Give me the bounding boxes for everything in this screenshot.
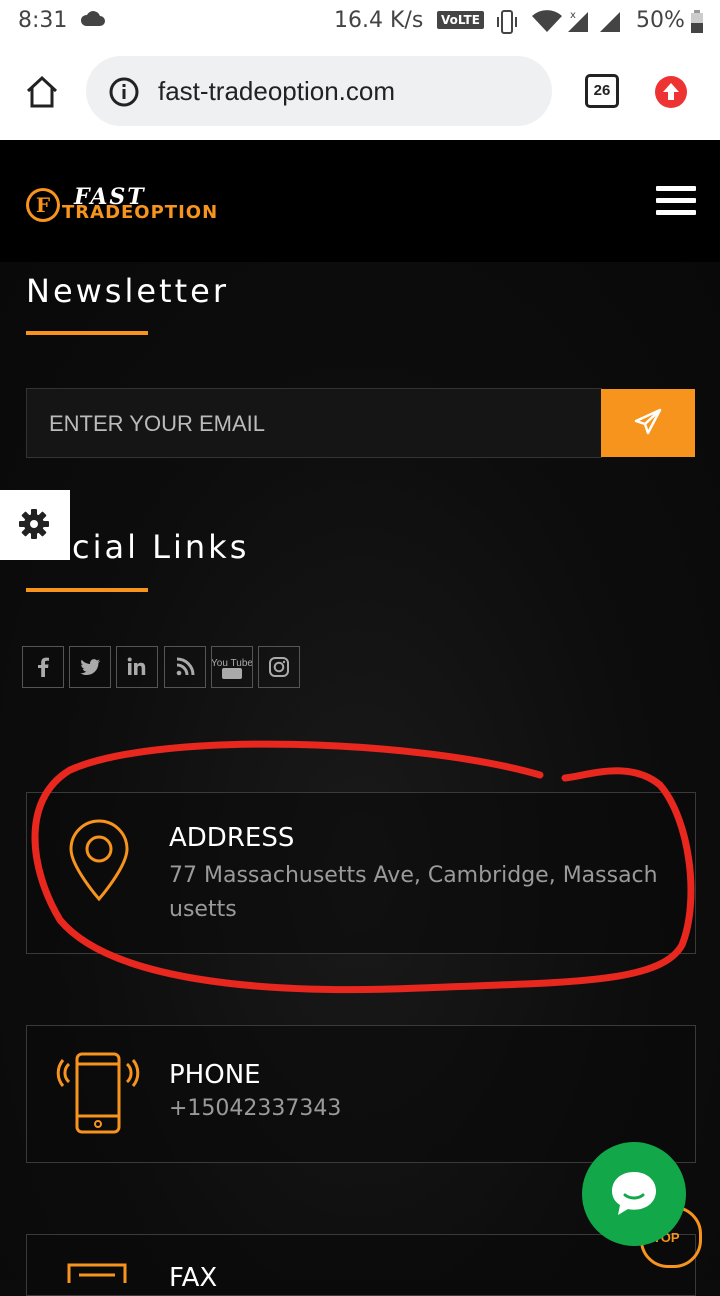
settings-button[interactable] bbox=[0, 490, 70, 560]
subscribe-button[interactable] bbox=[601, 389, 695, 457]
linkedin-link[interactable] bbox=[116, 646, 158, 688]
gear-icon bbox=[18, 508, 50, 545]
wifi-icon bbox=[532, 10, 562, 38]
update-icon[interactable] bbox=[654, 75, 688, 114]
home-icon[interactable] bbox=[24, 74, 60, 115]
send-icon bbox=[634, 408, 662, 434]
battery-icon bbox=[690, 10, 704, 38]
facebook-icon bbox=[38, 657, 49, 677]
info-icon[interactable] bbox=[108, 76, 140, 113]
phone-card: PHONE +15042337343 bbox=[26, 1025, 696, 1163]
heading-underline bbox=[26, 331, 148, 335]
phone-value[interactable]: +15042337343 bbox=[169, 1092, 341, 1126]
social-links-heading: cial Links bbox=[72, 528, 250, 566]
phone-icon bbox=[55, 1050, 141, 1141]
logo-coin-icon[interactable]: F bbox=[26, 188, 60, 222]
fax-card: FAX bbox=[26, 1234, 696, 1296]
svg-text:You Tube: You Tube bbox=[212, 658, 252, 669]
logo-text-tradeoption[interactable]: TRADEOPTION bbox=[62, 202, 218, 223]
site-header: F FAST TRADEOPTION bbox=[0, 140, 720, 262]
cloud-icon bbox=[80, 10, 106, 34]
phone-title: PHONE bbox=[169, 1060, 261, 1090]
youtube-link[interactable]: You Tube bbox=[211, 646, 253, 688]
address-bar[interactable]: fast-tradeoption.com bbox=[86, 56, 552, 126]
svg-text:x: x bbox=[570, 10, 576, 21]
instagram-icon bbox=[269, 657, 289, 677]
email-field[interactable] bbox=[27, 389, 591, 459]
linkedin-icon bbox=[127, 657, 146, 675]
battery-level: 50% bbox=[636, 8, 685, 33]
vibrate-icon bbox=[496, 9, 518, 39]
facebook-link[interactable] bbox=[22, 646, 64, 688]
network-speed: 16.4 K/s bbox=[334, 8, 424, 33]
status-time: 8:31 bbox=[18, 8, 68, 33]
menu-icon[interactable] bbox=[656, 186, 696, 216]
signal-icon: x bbox=[566, 8, 626, 38]
twitter-link[interactable] bbox=[69, 646, 111, 688]
volte-badge: VoLTE bbox=[437, 11, 484, 29]
email-field-wrapper bbox=[26, 388, 602, 459]
url-text[interactable]: fast-tradeoption.com bbox=[158, 76, 395, 107]
twitter-icon bbox=[80, 659, 101, 675]
newsletter-heading: Newsletter bbox=[26, 272, 229, 310]
fax-icon bbox=[67, 1263, 127, 1296]
chat-button[interactable] bbox=[582, 1142, 686, 1246]
browser-toolbar: fast-tradeoption.com 26 bbox=[0, 44, 720, 140]
status-bar: 8:31 16.4 K/s VoLTE x 50% bbox=[0, 0, 720, 44]
heading-underline bbox=[26, 588, 148, 592]
instagram-link[interactable] bbox=[258, 646, 300, 688]
chat-bubble-icon bbox=[606, 1166, 662, 1227]
youtube-icon: You Tube bbox=[211, 658, 253, 679]
fax-title: FAX bbox=[169, 1263, 218, 1293]
rss-link[interactable] bbox=[164, 646, 206, 688]
tab-switcher-button[interactable]: 26 bbox=[585, 74, 619, 108]
highlight-annotation bbox=[31, 740, 695, 994]
rss-icon bbox=[176, 657, 195, 676]
